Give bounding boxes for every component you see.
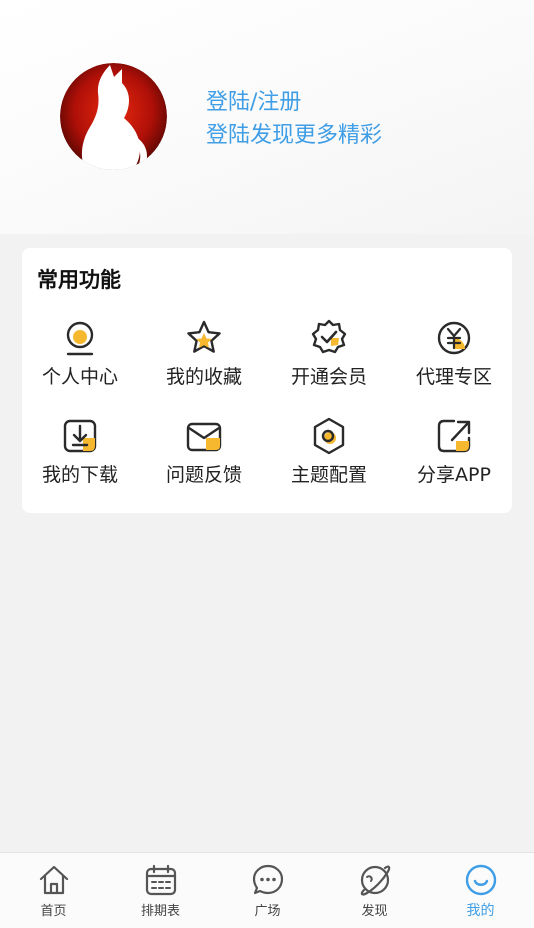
tab-square[interactable]: 广场 [214, 853, 321, 928]
cat-logo-icon [60, 63, 167, 170]
function-favorites[interactable]: 我的收藏 [143, 318, 265, 398]
star-icon [187, 320, 221, 353]
tab-label: 广场 [254, 904, 281, 919]
function-agent[interactable]: 代理专区 [393, 318, 515, 398]
function-label: 分享APP [417, 464, 491, 486]
function-downloads[interactable]: 我的下载 [19, 416, 141, 496]
common-functions-card: 常用功能 个人中心 我的收藏 开通会员 代理专区 我的下载 问题反馈 主题配置 … [22, 248, 512, 513]
section-title: 常用功能 [37, 268, 121, 292]
vip-badge-icon [311, 319, 347, 354]
function-label: 代理专区 [415, 366, 492, 388]
function-user-center[interactable]: 个人中心 [19, 318, 141, 398]
tab-label: 我的 [466, 903, 495, 919]
avatar[interactable] [60, 63, 167, 170]
function-feedback[interactable]: 问题反馈 [143, 416, 265, 496]
yen-icon [437, 321, 471, 355]
login-area[interactable]: 登陆/注册 登陆发现更多精彩 [206, 87, 382, 153]
user-center-icon [66, 321, 94, 356]
smile-icon [465, 864, 496, 896]
function-vip[interactable]: 开通会员 [268, 318, 390, 398]
login-subtitle: 登陆发现更多精彩 [206, 123, 383, 148]
function-label: 主题配置 [290, 464, 367, 486]
tab-label: 排期表 [140, 904, 180, 919]
bottom-tab-bar: 首页 排期表 广场 发现 我的 [0, 852, 534, 928]
chat-icon [252, 864, 283, 895]
tab-label: 发现 [361, 904, 388, 919]
tab-label: 首页 [40, 904, 67, 919]
theme-icon [313, 417, 345, 455]
share-icon [437, 419, 471, 453]
function-label: 开通会员 [290, 366, 367, 388]
profile-header: 登陆/注册 登陆发现更多精彩 [0, 0, 534, 234]
function-theme[interactable]: 主题配置 [268, 416, 390, 496]
mail-icon [186, 422, 222, 452]
download-icon [63, 419, 97, 453]
planet-icon [360, 865, 390, 896]
function-share[interactable]: 分享APP [393, 416, 515, 496]
tab-schedule[interactable]: 排期表 [107, 853, 214, 928]
function-label: 我的下载 [41, 464, 118, 486]
function-label: 个人中心 [41, 366, 118, 388]
home-icon [39, 865, 68, 895]
function-label: 问题反馈 [165, 464, 242, 486]
calendar-icon [145, 864, 176, 896]
tab-discover[interactable]: 发现 [321, 853, 428, 928]
tab-home[interactable]: 首页 [0, 853, 107, 928]
function-label: 我的收藏 [165, 366, 242, 388]
tab-mine[interactable]: 我的 [427, 853, 534, 928]
login-register-link[interactable]: 登陆/注册 [206, 87, 382, 119]
